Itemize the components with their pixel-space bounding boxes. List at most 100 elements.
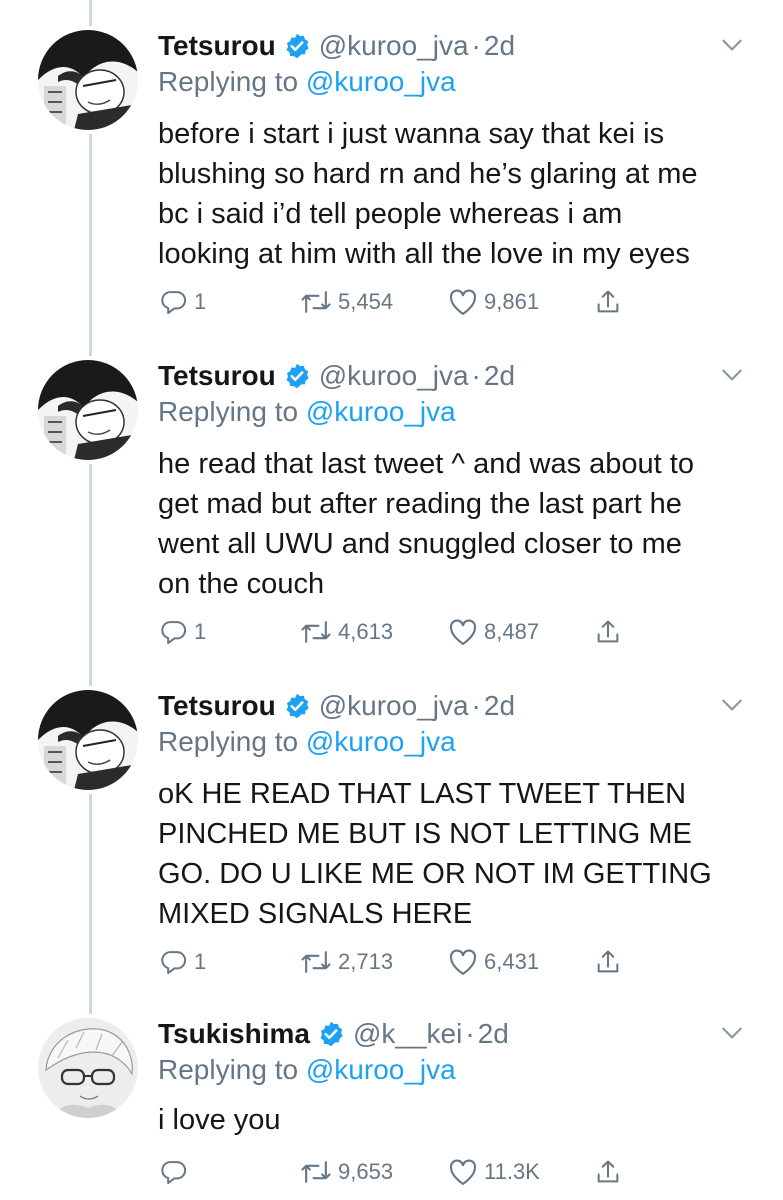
heart-icon xyxy=(449,619,477,645)
reply-button[interactable]: 1 xyxy=(160,944,206,980)
chevron-down-icon[interactable] xyxy=(719,692,745,723)
retweet-button[interactable]: 9,653 xyxy=(300,1154,393,1190)
heart-icon xyxy=(449,289,477,315)
replying-to: Replying to @kuroo_jva xyxy=(158,66,456,98)
timestamp[interactable]: 2d xyxy=(484,30,515,62)
reply-button[interactable]: 1 xyxy=(160,284,206,320)
mention-link[interactable]: @kuroo_jva xyxy=(306,396,456,427)
like-button[interactable]: 6,431 xyxy=(448,944,539,980)
avatar[interactable] xyxy=(38,30,138,130)
display-name[interactable]: Tetsurou xyxy=(158,360,276,392)
retweet-icon xyxy=(301,291,331,313)
like-button[interactable]: 8,487 xyxy=(448,614,539,650)
like-count: 6,431 xyxy=(484,949,540,974)
heart-icon xyxy=(449,949,477,975)
replying-label: Replying to xyxy=(158,66,299,97)
thread-line-top xyxy=(89,0,92,26)
tweet-text: he read that last tweet ^ and was about … xyxy=(158,444,748,604)
replying-label: Replying to xyxy=(158,1054,299,1085)
tweet-text: oK HE READ THAT LAST TWEET THEN PINCHED … xyxy=(158,774,748,934)
handle[interactable]: @kuroo_jva xyxy=(319,30,469,62)
separator-dot: · xyxy=(471,690,481,721)
thread-line-3 xyxy=(89,794,92,1014)
timestamp[interactable]: 2d xyxy=(484,360,515,392)
display-name[interactable]: Tsukishima xyxy=(158,1018,310,1050)
reply-button[interactable]: 1 xyxy=(160,614,206,650)
avatar[interactable] xyxy=(38,690,138,790)
tweet-text-line: looking at him with all the love in my e… xyxy=(158,238,690,270)
handle[interactable]: @k__kei xyxy=(353,1018,462,1050)
retweet-icon xyxy=(301,621,331,643)
chevron-down-icon[interactable] xyxy=(719,1020,745,1051)
heart-icon xyxy=(449,1159,477,1185)
tweet-text-line: before i start i just wanna say that kei… xyxy=(158,118,665,150)
tweet-text-line: oK HE READ THAT LAST TWEET THEN xyxy=(158,778,687,810)
tweet-text-line: i love you xyxy=(158,1104,281,1136)
tweet-header: Tetsurou @kuroo_jva · 2d xyxy=(158,26,515,66)
tweet-text: i love you xyxy=(158,1100,748,1140)
tweet-header: Tetsurou @kuroo_jva · 2d xyxy=(158,686,515,726)
retweet-count: 5,454 xyxy=(338,289,394,314)
chevron-down-icon[interactable] xyxy=(719,32,745,63)
tweet-text-line: GO. DO U LIKE ME OR NOT IM GETTING xyxy=(158,858,712,890)
share-icon xyxy=(597,950,619,973)
retweet-button[interactable]: 5,454 xyxy=(300,284,393,320)
replying-label: Replying to xyxy=(158,726,299,757)
retweet-button[interactable]: 4,613 xyxy=(300,614,393,650)
tweet-header: Tsukishima @k__kei · 2d xyxy=(158,1014,509,1054)
reply-count: 1 xyxy=(194,949,207,974)
handle[interactable]: @kuroo_jva xyxy=(319,360,469,392)
reply-icon xyxy=(161,951,186,975)
avatar[interactable] xyxy=(38,1018,138,1118)
display-name[interactable]: Tetsurou xyxy=(158,30,276,62)
mention-link[interactable]: @kuroo_jva xyxy=(306,1054,456,1085)
share-button[interactable] xyxy=(594,944,622,980)
separator-dot: · xyxy=(471,30,481,61)
share-icon xyxy=(597,620,619,643)
separator-dot: · xyxy=(465,1018,475,1049)
like-count: 9,861 xyxy=(484,289,540,314)
retweet-count: 4,613 xyxy=(338,619,394,644)
tweet-text-line: MIXED SIGNALS HERE xyxy=(158,898,473,930)
reply-icon xyxy=(161,291,186,315)
action-bar: 1 4,613 8,487 xyxy=(158,614,638,650)
avatar-dark-hair-icon xyxy=(38,30,138,130)
like-button[interactable]: 11.3K xyxy=(448,1154,540,1190)
retweet-button[interactable]: 2,713 xyxy=(300,944,393,980)
replying-to: Replying to @kuroo_jva xyxy=(158,396,456,428)
mention-link[interactable]: @kuroo_jva xyxy=(306,726,456,757)
verified-badge-icon xyxy=(283,32,311,60)
chevron-down-icon[interactable] xyxy=(719,362,745,393)
timestamp[interactable]: 2d xyxy=(484,690,515,722)
reply-button[interactable] xyxy=(160,1154,194,1190)
reply-count: 1 xyxy=(194,289,207,314)
replying-label: Replying to xyxy=(158,396,299,427)
reply-icon xyxy=(161,1161,186,1185)
share-button[interactable] xyxy=(594,614,622,650)
share-icon xyxy=(597,290,619,313)
retweet-count: 2,713 xyxy=(338,949,394,974)
like-button[interactable]: 9,861 xyxy=(448,284,539,320)
display-name[interactable]: Tetsurou xyxy=(158,690,276,722)
tweet-text-line: PINCHED ME BUT IS NOT LETTING ME xyxy=(158,818,692,850)
verified-badge-icon xyxy=(283,692,311,720)
retweet-count: 9,653 xyxy=(338,1159,394,1184)
reply-count: 1 xyxy=(194,619,207,644)
share-button[interactable] xyxy=(594,284,622,320)
separator-dot: · xyxy=(471,360,481,391)
avatar[interactable] xyxy=(38,360,138,460)
verified-badge-icon xyxy=(317,1020,345,1048)
tweet-text-line: went all UWU and snuggled closer to me xyxy=(158,528,682,560)
action-bar: 1 2,713 6,431 xyxy=(158,944,638,980)
thread-line-2 xyxy=(89,464,92,686)
mention-link[interactable]: @kuroo_jva xyxy=(306,66,456,97)
handle[interactable]: @kuroo_jva xyxy=(319,690,469,722)
tweet-text-line: on the couch xyxy=(158,568,325,600)
retweet-icon xyxy=(301,951,331,973)
tweet-text-line: he read that last tweet ^ and was about … xyxy=(158,448,694,480)
timestamp[interactable]: 2d xyxy=(478,1018,509,1050)
share-button[interactable] xyxy=(594,1154,622,1190)
tweet-text: before i start i just wanna say that kei… xyxy=(158,114,748,274)
tweet-text-line: get mad but after reading the last part … xyxy=(158,488,682,520)
avatar-dark-hair-icon xyxy=(38,690,138,790)
